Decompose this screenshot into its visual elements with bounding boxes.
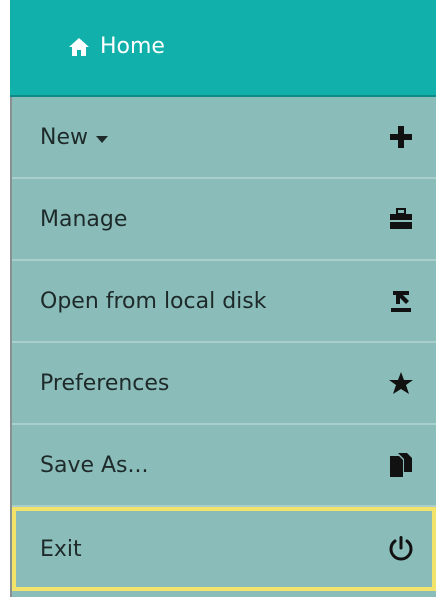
menu-item-label: Save As... (40, 452, 149, 478)
menu-item-label: Manage (40, 206, 128, 232)
menu-item-exit[interactable]: Exit (12, 507, 436, 591)
power-icon (388, 536, 414, 562)
menu-header[interactable]: Home (10, 0, 436, 97)
menu-item-label: New (40, 124, 88, 150)
home-title: Home (100, 34, 165, 59)
menu-item-preferences[interactable]: Preferences (12, 343, 436, 425)
menu-item-label: Open from local disk (40, 288, 267, 314)
menu-item-open-local[interactable]: Open from local disk (12, 261, 436, 343)
home-menu: Home New Manage Open from local disk Pre… (0, 0, 436, 597)
copy-icon (388, 452, 414, 478)
menu-list: New Manage Open from local disk Preferen… (10, 97, 436, 597)
menu-item-manage[interactable]: Manage (12, 179, 436, 261)
home-icon (68, 37, 90, 57)
caret-down-icon (96, 125, 108, 150)
upload-icon (388, 288, 414, 314)
menu-item-new[interactable]: New (12, 97, 436, 179)
menu-item-label: Exit (40, 536, 82, 562)
plus-icon (388, 124, 414, 150)
briefcase-icon (388, 206, 414, 232)
star-icon (388, 370, 414, 396)
menu-item-label: Preferences (40, 370, 170, 396)
menu-item-save-as[interactable]: Save As... (12, 425, 436, 507)
home-link[interactable]: Home (68, 36, 165, 58)
